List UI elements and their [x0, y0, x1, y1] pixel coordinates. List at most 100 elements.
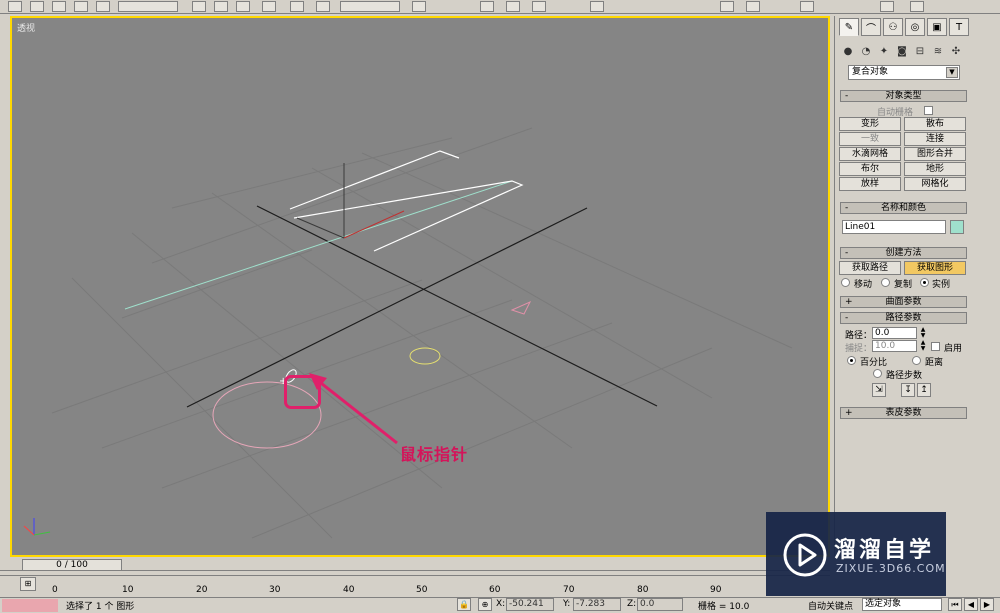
copy-label: 复制 [894, 280, 913, 290]
tab-motion[interactable]: ◎ [905, 18, 925, 36]
watermark-logo-icon [783, 533, 827, 577]
path-value-field[interactable]: 0.0 [872, 327, 917, 339]
terrain-button[interactable]: 地形 [904, 162, 966, 176]
reference-coord-dropdown[interactable] [340, 1, 400, 12]
region-select-icon[interactable] [214, 1, 228, 12]
tab-utilities[interactable]: T [949, 18, 969, 36]
play-icon[interactable]: ▶ [980, 598, 994, 611]
rollout-path-params[interactable]: - 路径参数 [840, 312, 967, 324]
select-scale-icon[interactable] [316, 1, 330, 12]
time-slider[interactable]: 0 / 100 [22, 559, 122, 571]
rollout-creation-method[interactable]: - 创建方法 [840, 247, 967, 259]
selection-filter-dropdown[interactable]: 选定对象 [862, 598, 942, 611]
move-radio[interactable] [841, 278, 850, 287]
select-by-name-icon[interactable] [192, 1, 206, 12]
rollout-title: 路径参数 [885, 313, 922, 323]
light-triangle[interactable] [510, 300, 532, 315]
x-coord-field[interactable]: -50.241 [506, 598, 554, 611]
callout-arrow [309, 373, 398, 445]
blobmesh-button[interactable]: 水滴网格 [839, 147, 901, 161]
scatter-button[interactable]: 散布 [904, 117, 966, 131]
percent-radio[interactable] [847, 356, 856, 365]
align-icon[interactable] [506, 1, 520, 12]
next-shape-icon[interactable]: ↥ [917, 383, 931, 397]
shape-outline-side[interactable] [293, 180, 524, 252]
filter-dropdown[interactable] [118, 1, 178, 12]
viewport-label[interactable]: 透视 [17, 21, 35, 34]
cameras-icon[interactable]: ◙ [895, 44, 909, 58]
material-editor-icon[interactable] [746, 1, 760, 12]
tab-modify[interactable]: ⌒ [861, 18, 881, 36]
transform-mode-icon[interactable]: ⊕ [478, 598, 492, 611]
helpers-icon[interactable]: ⊟ [913, 44, 927, 58]
quick-render-icon[interactable] [910, 1, 924, 12]
copy-radio[interactable] [881, 278, 890, 287]
pick-shape-icon[interactable]: ⇲ [872, 383, 886, 397]
rollout-surface-params[interactable]: + 曲面参数 [840, 296, 967, 308]
bind-icon[interactable] [74, 1, 88, 12]
shapemerge-button[interactable]: 图形合并 [904, 147, 966, 161]
snap-value-field[interactable]: 10.0 [872, 340, 917, 352]
rollout-object-type[interactable]: - 对象类型 [840, 90, 967, 102]
object-color-swatch[interactable] [950, 220, 964, 234]
mirror-icon[interactable] [480, 1, 494, 12]
y-coord-field[interactable]: -7.283 [573, 598, 621, 611]
z-coord-field[interactable]: 0.0 [637, 598, 683, 611]
path-steps-radio[interactable] [873, 369, 882, 378]
object-name-field[interactable]: Line01 [842, 220, 946, 234]
boolean-button[interactable]: 布尔 [839, 162, 901, 176]
render-icon[interactable] [880, 1, 894, 12]
geometry-icon[interactable]: ● [841, 44, 855, 58]
category-dropdown[interactable]: 复合对象 ▼ [848, 65, 960, 80]
tab-create[interactable]: ✎ [839, 18, 859, 36]
goto-start-icon[interactable]: ⏮ [948, 598, 962, 611]
loft-button[interactable]: 放样 [839, 177, 901, 191]
mesher-button[interactable]: 网格化 [904, 177, 966, 191]
lights-icon[interactable]: ✦ [877, 44, 891, 58]
selection-status: 选择了 1 个 图形 [66, 602, 135, 612]
perspective-viewport[interactable]: + 透视 [10, 16, 830, 557]
prev-frame-icon[interactable]: ◀ [964, 598, 978, 611]
window-crossing-icon[interactable] [236, 1, 250, 12]
curve-editor-icon[interactable] [590, 1, 604, 12]
shapes-icon[interactable]: ◔ [859, 44, 873, 58]
select-object-icon[interactable] [96, 1, 110, 12]
rollout-skin-params[interactable]: + 表皮参数 [840, 407, 967, 419]
snap-spinner[interactable]: ▲ ▼ [919, 340, 927, 352]
path-spinner[interactable]: ▲ ▼ [919, 327, 927, 339]
connect-button[interactable]: 连接 [904, 132, 966, 146]
instance-radio[interactable] [920, 278, 929, 287]
schematic-icon[interactable] [720, 1, 734, 12]
enable-checkbox[interactable] [931, 342, 940, 351]
tab-display[interactable]: ▣ [927, 18, 947, 36]
distance-radio[interactable] [912, 356, 921, 365]
layer-icon[interactable] [532, 1, 546, 12]
select-rotate-icon[interactable] [290, 1, 304, 12]
get-path-button[interactable]: 获取路径 [839, 261, 901, 275]
unlink-icon[interactable] [52, 1, 66, 12]
shape-outline-top[interactable] [289, 150, 460, 210]
path-line01[interactable] [124, 180, 513, 310]
autogrid-checkbox[interactable] [924, 106, 933, 115]
prev-shape-icon[interactable]: ↧ [901, 383, 915, 397]
select-move-icon[interactable] [262, 1, 276, 12]
autokey-button[interactable]: 自动关键点 [808, 599, 853, 612]
pivot-icon[interactable] [412, 1, 426, 12]
z-label: Z: [627, 599, 637, 609]
render-setup-icon[interactable] [800, 1, 814, 12]
rollout-name-color[interactable]: - 名称和颜色 [840, 202, 967, 214]
time-slider-track[interactable] [0, 559, 830, 571]
systems-icon[interactable]: ✣ [949, 44, 963, 58]
conform-button[interactable]: 一致 [839, 132, 901, 146]
maxscript-listener[interactable] [2, 599, 58, 612]
spacewarps-icon[interactable]: ≋ [931, 44, 945, 58]
tab-hierarchy[interactable]: ⚇ [883, 18, 903, 36]
lock-icon[interactable]: 🔒 [457, 598, 471, 611]
link-icon[interactable] [30, 1, 44, 12]
selection-filter-value: 选定对象 [865, 599, 902, 609]
yellow-circle-shape[interactable] [409, 347, 441, 365]
morph-button[interactable]: 变形 [839, 117, 901, 131]
select-icon[interactable] [8, 1, 22, 12]
trackbar-curve-icon[interactable]: ⊞ [20, 577, 36, 591]
get-shape-button[interactable]: 获取图形 [904, 261, 966, 275]
